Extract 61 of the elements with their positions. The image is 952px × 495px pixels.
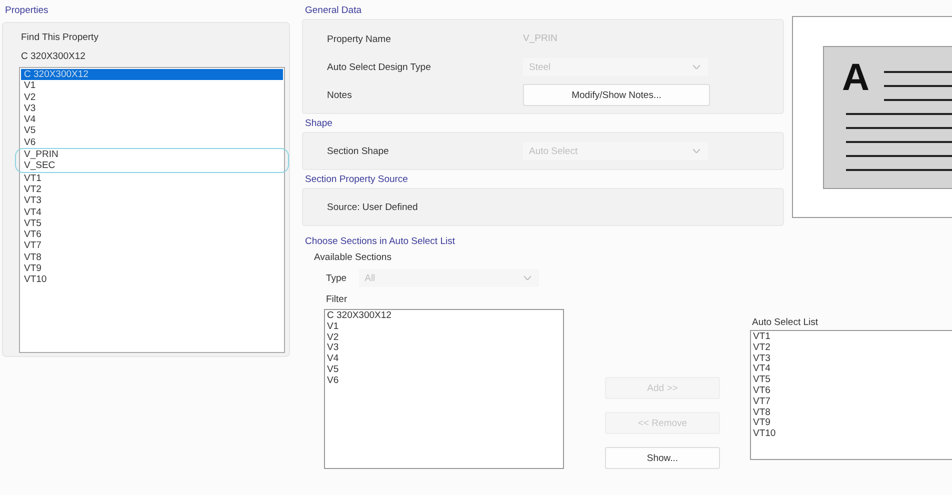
list-item[interactable]: V5 [327, 364, 561, 376]
source-text: Source: User Defined [327, 202, 419, 212]
list-item[interactable]: VT8 [753, 408, 950, 418]
list-item[interactable]: VT3 [21, 195, 283, 207]
list-item[interactable]: VT6 [753, 386, 950, 397]
list-item[interactable]: V5 [21, 125, 283, 137]
field-label: Property Name [327, 34, 392, 44]
list-item[interactable]: V6 [327, 376, 561, 387]
list-item[interactable]: VT8 [21, 252, 283, 264]
list-item[interactable]: VT1 [21, 172, 283, 184]
find-field[interactable]: C 320X300X12 [21, 50, 90, 63]
list-item[interactable]: C 320X300X12 [327, 311, 561, 322]
list-item[interactable]: VT10 [753, 429, 950, 440]
list-item[interactable]: VT9 [753, 418, 950, 430]
list-item[interactable]: VT5 [21, 218, 283, 230]
list-item[interactable]: VT6 [21, 229, 283, 240]
list-item[interactable]: V2 [21, 92, 283, 103]
field-label: Filter [326, 293, 348, 307]
list-item[interactable]: VT10 [21, 274, 283, 286]
list-item[interactable]: V2 [327, 332, 561, 344]
field-label: Auto Select Design Type [327, 62, 432, 72]
section-label: Available Sections [314, 251, 392, 265]
list-item[interactable]: VT2 [753, 342, 950, 354]
list-item[interactable]: V4 [21, 114, 283, 126]
list-item[interactable]: V6 [21, 136, 283, 148]
available-list[interactable]: C 320X300X12 V1 V2 V3 V4 V5 V6 [324, 309, 564, 469]
group-title: Properties [4, 4, 48, 18]
field-label: Auto Select List [752, 317, 818, 328]
auto-select-list[interactable]: VT1 VT2 VT3 VT4 VT5 VT6 VT7 VT8 VT9 VT10 [750, 330, 952, 460]
list-item[interactable]: VT7 [21, 240, 283, 252]
caret-icon [693, 65, 700, 69]
group-title: Shape [304, 117, 332, 131]
list-item[interactable]: V_SEC [15, 160, 289, 173]
list-item[interactable]: VT4 [753, 364, 950, 376]
list-item[interactable]: V1 [21, 80, 283, 92]
find-label: Find This Property [21, 31, 98, 45]
field-label: Section Shape [327, 146, 390, 156]
group-title: Section Property Source [304, 173, 408, 187]
group-title: General Data [304, 4, 362, 18]
list-item[interactable]: VT3 [753, 354, 950, 364]
list-item[interactable]: V3 [21, 102, 283, 114]
list-item[interactable]: VT5 [753, 375, 950, 386]
caret-icon [693, 149, 700, 153]
list-item[interactable]: VT9 [21, 263, 283, 274]
list-item[interactable]: V3 [327, 343, 561, 354]
list-item[interactable]: VT4 [21, 206, 283, 218]
document-icon: A [823, 46, 952, 188]
caret-icon [524, 276, 531, 280]
list-item[interactable]: V4 [327, 354, 561, 365]
notes-button[interactable]: Modify/Show Notes... [523, 84, 710, 106]
list-item[interactable]: V1 [327, 322, 561, 333]
action-button[interactable]: Show... [605, 447, 720, 469]
field-label: Notes [327, 90, 353, 100]
list-item[interactable]: V_PRIN [15, 148, 289, 160]
group-title: Choose Sections in Auto Select List [304, 235, 455, 249]
list-item[interactable]: VT2 [21, 184, 283, 196]
property-name-value: V_PRIN [523, 32, 558, 46]
list-item[interactable]: C 320X300X12 [21, 69, 283, 80]
list-item[interactable]: VT7 [753, 396, 950, 408]
list-item[interactable]: VT1 [753, 332, 950, 343]
field-label: Type [326, 272, 347, 284]
